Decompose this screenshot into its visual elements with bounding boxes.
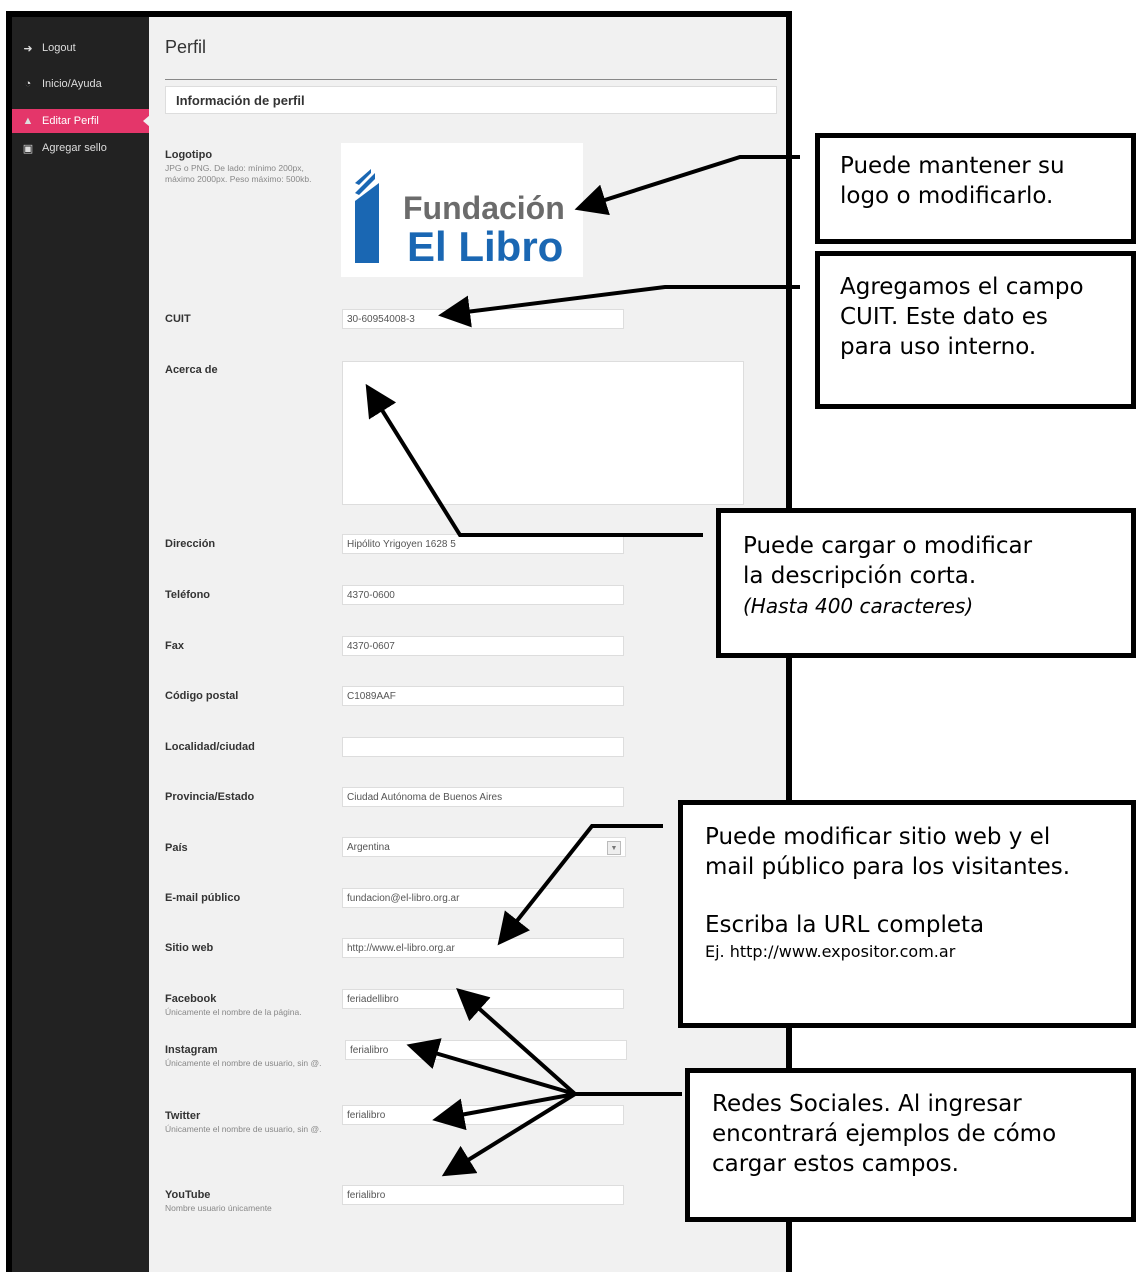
callout-text: Agregamos el campo xyxy=(840,274,1084,300)
arrow-web xyxy=(497,824,663,946)
callout-web: Puede modificar sitio web y el mail públ… xyxy=(678,800,1136,1028)
callout-logo: Puede mantener su logo o modificarlo. xyxy=(815,133,1136,244)
arrow-logo xyxy=(574,155,800,216)
callout-text: CUIT. Este dato es xyxy=(840,304,1048,330)
arrow-facebook xyxy=(456,988,682,1096)
callout-text: Puede modificar sitio web y el xyxy=(705,824,1051,850)
callout-text: encontrará ejemplos de cómo xyxy=(712,1121,1057,1147)
callout-text: cargar estos campos. xyxy=(712,1151,959,1177)
callout-example: Ej. http://www.expositor.com.ar xyxy=(705,942,956,961)
callout-text: Puede cargar o modificar xyxy=(743,533,1033,559)
callout-cuit: Agregamos el campo CUIT. Este dato es pa… xyxy=(815,251,1136,409)
arrow-cuit xyxy=(438,285,800,328)
arrow-acerca xyxy=(365,383,703,537)
callout-text: la descripción corta. xyxy=(743,563,977,589)
callout-text: para uso interno. xyxy=(840,334,1037,360)
callout-text: logo o modificarlo. xyxy=(840,183,1054,209)
callout-text: mail público para los visitantes. xyxy=(705,854,1071,880)
callout-redes: Redes Sociales. Al ingresar encontrará e… xyxy=(685,1068,1136,1222)
callout-acerca: Puede cargar o modificar la descripción … xyxy=(716,508,1136,658)
callout-text: Escriba la URL completa xyxy=(705,912,985,938)
callout-text: Redes Sociales. Al ingresar xyxy=(712,1091,1022,1117)
callout-text: Puede mantener su xyxy=(840,153,1065,179)
callout-note: (Hasta 400 caracteres) xyxy=(743,594,974,618)
